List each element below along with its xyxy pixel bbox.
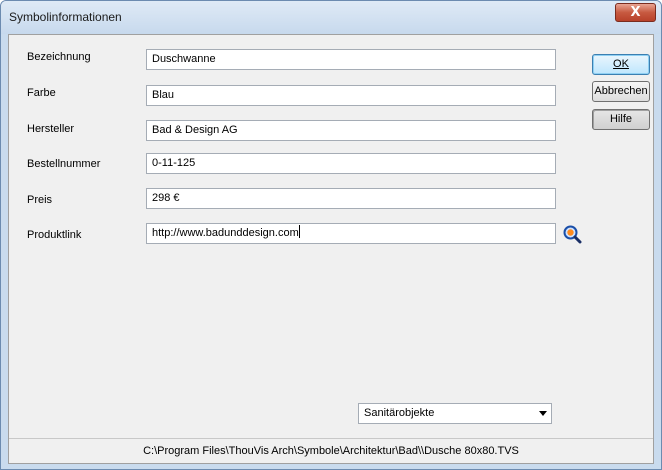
help-button-label: Hilfe	[609, 113, 632, 125]
label-bezeichnung: Bezeichnung	[27, 51, 91, 63]
label-preis: Preis	[27, 194, 53, 206]
cancel-button[interactable]: Abbrechen	[592, 81, 650, 102]
label-hersteller: Hersteller	[27, 123, 75, 135]
ok-button-label: OK	[613, 58, 629, 70]
ok-button[interactable]: OK	[592, 54, 650, 75]
preis-input[interactable]: 298 €	[146, 188, 556, 209]
text-caret	[298, 225, 300, 238]
file-path: C:\Program Files\ThouVis Arch\Symbole\Ar…	[143, 445, 519, 457]
bestellnummer-input[interactable]: 0-11-125	[146, 153, 556, 174]
label-bestellnummer: Bestellnummer	[27, 158, 101, 170]
help-button[interactable]: Hilfe	[592, 109, 650, 130]
label-farbe: Farbe	[27, 87, 56, 99]
title-bar[interactable]: Symbolinformationen X	[1, 1, 661, 34]
cancel-button-label: Abbrechen	[594, 85, 648, 97]
close-button[interactable]: X	[615, 3, 656, 22]
magnifier-link-icon[interactable]	[562, 224, 582, 244]
status-bar: C:\Program Files\ThouVis Arch\Symbole\Ar…	[9, 438, 653, 464]
chevron-down-icon[interactable]	[539, 411, 547, 416]
farbe-input[interactable]: Blau	[146, 85, 556, 106]
window-title: Symbolinformationen	[9, 10, 122, 24]
bezeichnung-input[interactable]: Duschwanne	[146, 49, 556, 70]
produktlink-input[interactable]: http://www.badunddesign.com	[146, 223, 556, 244]
dialog-window: Symbolinformationen X Bezeichnung Duschw…	[0, 0, 662, 470]
category-select-value: Sanitärobjekte	[364, 407, 435, 419]
category-select[interactable]: Sanitärobjekte	[358, 403, 552, 424]
label-produktlink: Produktlink	[27, 229, 82, 241]
hersteller-input[interactable]: Bad & Design AG	[146, 120, 556, 141]
dialog-body: Bezeichnung Duschwanne Farbe Blau Herste…	[8, 34, 654, 464]
produktlink-value: http://www.badunddesign.com	[152, 227, 299, 239]
